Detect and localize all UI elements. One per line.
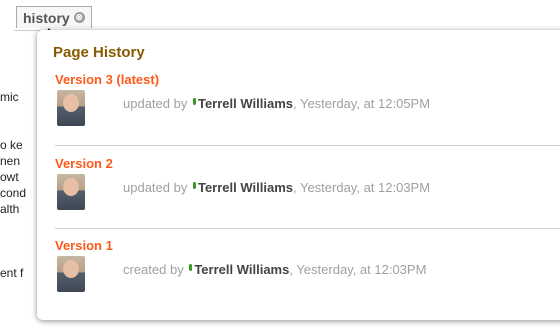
version-time: , Yesterday, at 12:03PM	[289, 262, 427, 277]
background-text-fragment: alth	[0, 202, 20, 216]
history-tab[interactable]: history ⊗	[16, 6, 92, 28]
divider	[55, 145, 560, 146]
user-link[interactable]: Terrell Williams	[198, 96, 293, 111]
version-meta: updated by Terrell Williams, Yesterday, …	[123, 180, 430, 195]
background-text-fragment: nen	[0, 154, 21, 168]
presence-dot-icon	[192, 182, 196, 189]
user-link[interactable]: Terrell Williams	[198, 180, 293, 195]
version-meta: created by Terrell Williams, Yesterday, …	[123, 262, 426, 277]
history-tab-label: history	[23, 9, 70, 26]
avatar	[57, 174, 85, 210]
version-entry: Version 3 (latest) updated by Terrell Wi…	[37, 72, 560, 154]
page-history-popup: Page History Version 3 (latest) updated …	[37, 30, 560, 320]
version-entry: Version 1 created by Terrell Williams, Y…	[37, 238, 560, 320]
user-link[interactable]: Terrell Williams	[194, 262, 289, 277]
version-link[interactable]: Version 3 (latest)	[55, 72, 159, 87]
background-divider	[14, 30, 40, 31]
presence-dot-icon	[192, 98, 196, 105]
avatar	[57, 256, 85, 292]
close-icon[interactable]: ⊗	[73, 12, 85, 23]
background-text-fragment: cond	[0, 186, 27, 200]
version-link[interactable]: Version 2	[55, 156, 113, 171]
version-action: updated by	[123, 96, 188, 111]
version-action: created by	[123, 262, 184, 277]
avatar	[57, 90, 85, 126]
version-action: updated by	[123, 180, 188, 195]
background-text-fragment: owt	[0, 170, 19, 184]
version-time: , Yesterday, at 12:05PM	[292, 96, 431, 111]
version-time: , Yesterday, at 12:03PM	[292, 180, 431, 195]
version-meta: updated by Terrell Williams, Yesterday, …	[123, 96, 430, 111]
divider	[55, 228, 560, 229]
background-text-fragment: ent f	[0, 266, 24, 280]
version-link[interactable]: Version 1	[55, 238, 113, 253]
popup-title: Page History	[53, 44, 145, 61]
version-entry: Version 2 updated by Terrell Williams, Y…	[37, 156, 560, 238]
background-text-fragment: mic	[0, 90, 19, 104]
background-text-fragment: o ke	[0, 138, 23, 152]
presence-dot-icon	[189, 264, 193, 271]
